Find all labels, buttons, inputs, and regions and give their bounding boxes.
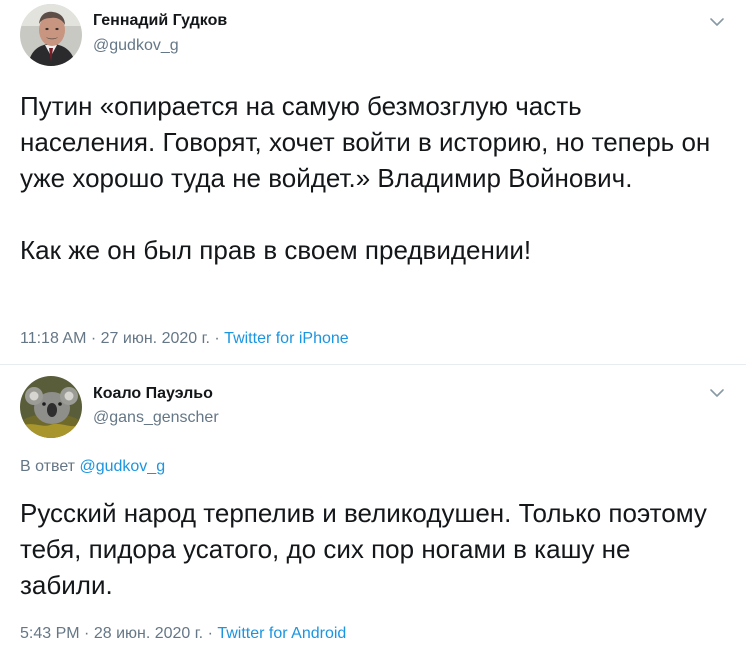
tweet-meta: 11:18 AM · 27 июн. 2020 г. · Twitter for… <box>20 330 349 348</box>
tweet: Коало Пауэльо @gans_genscher В ответ @gu… <box>0 364 746 658</box>
tweet-date[interactable]: 27 июн. 2020 г. <box>101 330 210 347</box>
avatar-portrait-image <box>20 4 82 66</box>
avatar[interactable] <box>20 4 82 66</box>
chevron-down-icon[interactable] <box>708 15 726 29</box>
avatar-koala-image <box>20 376 82 438</box>
reply-prefix: В ответ <box>20 458 76 475</box>
tweet-paragraph: Русский народ терпелив и великодушен. То… <box>20 498 707 600</box>
tweet-text: Путин «опирается на самую безмозглую час… <box>20 88 720 268</box>
tweet-source-link[interactable]: Twitter for Android <box>217 625 346 642</box>
meta-separator: · <box>90 330 97 347</box>
meta-separator: · <box>207 625 213 642</box>
author-handle[interactable]: @gudkov_g <box>93 37 179 55</box>
tweet-meta: 5:43 PM · 28 июн. 2020 г. · Twitter for … <box>20 625 346 643</box>
tweet-paragraph: Как же он был прав в своем предвидении! <box>20 235 532 265</box>
author-name[interactable]: Коало Пауэльо <box>93 385 213 403</box>
avatar[interactable] <box>20 376 82 438</box>
tweet-paragraph: Путин «опирается на самую безмозглую час… <box>20 91 711 193</box>
tweet-date[interactable]: 28 июн. 2020 г. <box>94 625 203 642</box>
author-handle[interactable]: @gans_genscher <box>93 409 219 427</box>
tweet-time[interactable]: 11:18 AM <box>20 330 86 347</box>
tweet-text: Русский народ терпелив и великодушен. То… <box>20 495 720 603</box>
tweet: Геннадий Гудков @gudkov_g Путин «опирает… <box>0 0 746 364</box>
chevron-down-icon[interactable] <box>708 386 726 400</box>
meta-separator: · <box>214 330 220 347</box>
meta-separator: · <box>84 625 90 642</box>
tweet-time[interactable]: 5:43 PM <box>20 625 80 642</box>
tweet-source-link[interactable]: Twitter for iPhone <box>224 330 349 347</box>
author-name[interactable]: Геннадий Гудков <box>93 12 227 30</box>
reply-context: В ответ @gudkov_g <box>20 458 165 476</box>
reply-mention-link[interactable]: @gudkov_g <box>79 458 165 475</box>
